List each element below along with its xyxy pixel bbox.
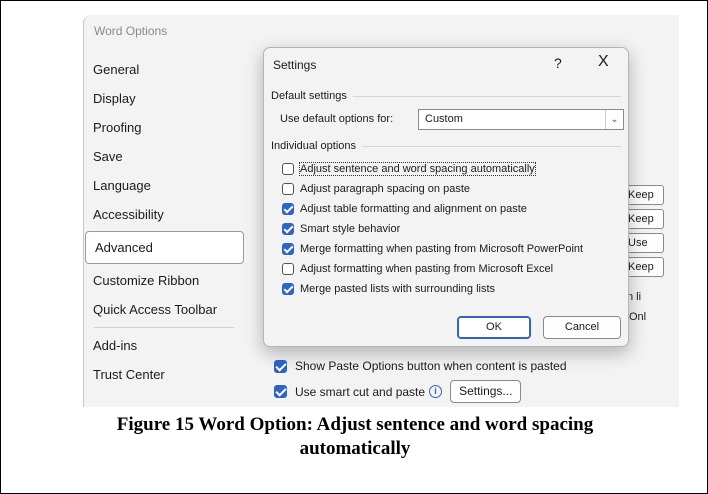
help-icon[interactable]: ? [554, 55, 562, 71]
adjust-paragraph-spacing-label: Adjust paragraph spacing on paste [300, 183, 471, 195]
cancel-button[interactable]: Cancel [543, 316, 621, 339]
settings-dialog: Settings ? X Default settings Use defaul… [263, 47, 629, 347]
option-merge-pasted-lists[interactable]: Merge pasted lists with surrounding list… [282, 283, 495, 295]
caption-line-2: automatically [299, 438, 411, 459]
show-paste-options-checkbox[interactable] [274, 359, 287, 373]
dialog-title: Settings [273, 58, 317, 72]
default-options-value: Custom [425, 113, 463, 125]
nav-item-save[interactable]: Save [84, 142, 244, 171]
option-merge-powerpoint[interactable]: Merge formatting when pasting from Micro… [282, 243, 583, 255]
adjust-excel-formatting-checkbox[interactable] [282, 263, 294, 275]
section-divider [352, 95, 621, 97]
info-icon: i [429, 385, 443, 398]
nav-item-proofing[interactable]: Proofing [84, 113, 244, 142]
smart-cut-paste-checkbox[interactable] [274, 385, 287, 398]
nav-divider [94, 327, 234, 328]
nav-item-advanced[interactable]: Advanced [85, 231, 244, 264]
caption-line-1: Figure 15 Word Option: Adjust sentence a… [116, 414, 594, 435]
ok-button[interactable]: OK [457, 316, 531, 339]
merge-powerpoint-checkbox[interactable] [282, 243, 294, 255]
adjust-excel-formatting-label: Adjust formatting when pasting from Micr… [300, 263, 554, 275]
option-smart-style-behavior[interactable]: Smart style behavior [282, 223, 400, 235]
keep-dropdown-2[interactable]: Keep [624, 209, 664, 229]
individual-options-heading: Individual options [271, 140, 357, 152]
default-settings-heading: Default settings [271, 90, 347, 102]
merge-pasted-lists-checkbox[interactable] [282, 283, 294, 295]
close-icon[interactable]: X [598, 53, 609, 71]
section-divider [362, 145, 621, 147]
adjust-sentence-spacing-checkbox[interactable] [282, 163, 294, 175]
option-adjust-table-formatting[interactable]: Adjust table formatting and alignment on… [282, 203, 527, 215]
adjust-paragraph-spacing-checkbox[interactable] [282, 183, 294, 195]
option-show-paste-options[interactable]: Show Paste Options button when content i… [274, 359, 567, 373]
settings-button[interactable]: Settings... [450, 380, 522, 403]
merge-powerpoint-label: Merge formatting when pasting from Micro… [300, 243, 584, 255]
merge-pasted-lists-label: Merge pasted lists with surrounding list… [300, 283, 496, 295]
nav-item-accessibility[interactable]: Accessibility [84, 200, 244, 229]
nav-item-language[interactable]: Language [84, 171, 244, 200]
nav-item-add-ins[interactable]: Add-ins [84, 331, 244, 360]
use-dropdown[interactable]: Use [624, 233, 664, 253]
option-adjust-paragraph-spacing[interactable]: Adjust paragraph spacing on paste [282, 183, 470, 195]
nav-item-trust-center[interactable]: Trust Center [84, 360, 244, 389]
show-paste-options-label: Show Paste Options button when content i… [295, 359, 567, 373]
default-options-select[interactable]: Custom ⌄ [418, 109, 624, 130]
default-options-label: Use default options for: [280, 113, 394, 125]
window-title: Word Options [94, 24, 168, 38]
option-adjust-sentence-spacing[interactable]: Adjust sentence and word spacing automat… [282, 162, 536, 176]
chevron-down-icon[interactable]: ⌄ [605, 110, 623, 129]
keep-dropdown-3[interactable]: Keep [624, 257, 664, 277]
smart-style-behavior-label: Smart style behavior [300, 223, 401, 235]
nav-item-display[interactable]: Display [84, 84, 244, 113]
individual-options-section: Individual options [271, 140, 621, 152]
adjust-table-formatting-label: Adjust table formatting and alignment on… [300, 203, 527, 215]
nav-item-general[interactable]: General [84, 55, 244, 84]
option-smart-cut-paste[interactable]: Use smart cut and paste i Settings... [274, 380, 522, 403]
smart-style-behavior-checkbox[interactable] [282, 223, 294, 235]
nav-item-quick-access-toolbar[interactable]: Quick Access Toolbar [84, 295, 244, 324]
keep-dropdown-1[interactable]: Keep [624, 185, 664, 205]
figure-caption: Figure 15 Word Option: Adjust sentence a… [21, 413, 689, 461]
truncated-text-1: n li [627, 291, 642, 303]
options-nav: General Display Proofing Save Language A… [84, 55, 244, 389]
figure-frame: Word Options General Display Proofing Sa… [0, 0, 708, 494]
truncated-text-2: Onl [629, 311, 647, 323]
option-adjust-excel-formatting[interactable]: Adjust formatting when pasting from Micr… [282, 263, 553, 275]
smart-cut-paste-label: Use smart cut and paste [295, 384, 426, 399]
adjust-sentence-spacing-label: Adjust sentence and word spacing automat… [299, 162, 536, 176]
nav-item-customize-ribbon[interactable]: Customize Ribbon [84, 266, 244, 295]
default-settings-section: Default settings [271, 90, 621, 102]
adjust-table-formatting-checkbox[interactable] [282, 203, 294, 215]
